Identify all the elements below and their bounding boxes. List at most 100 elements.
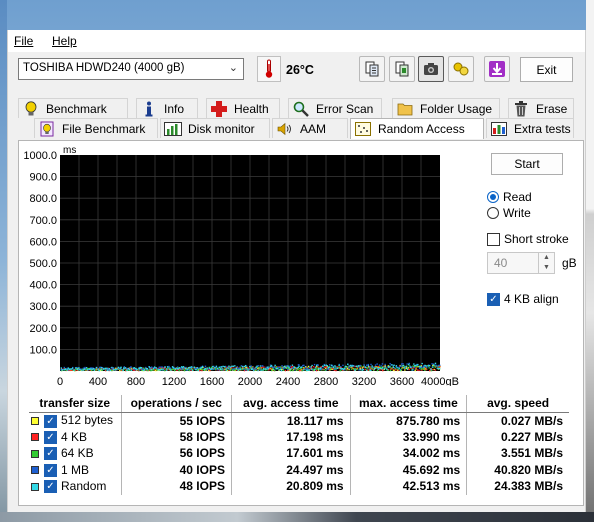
x-tick-label: 1600 [200, 376, 224, 386]
data-point [149, 366, 151, 369]
short-stroke-checkbox[interactable]: Short stroke [487, 232, 569, 246]
data-point [111, 366, 113, 369]
data-point [282, 366, 285, 368]
data-point [227, 367, 229, 369]
y-tick-label: 700.0 [29, 215, 57, 227]
short-stroke-spinner[interactable]: 40 ▲ ▼ [487, 252, 555, 274]
tab-aam[interactable]: AAM [272, 118, 348, 138]
data-point [367, 365, 370, 367]
data-point [358, 365, 360, 367]
data-point [335, 368, 337, 370]
data-point [108, 368, 111, 370]
data-point [130, 369, 133, 371]
drive-select[interactable]: TOSHIBA HDWD240 (4000 gB) ⌄ [18, 58, 244, 80]
data-point [303, 364, 305, 366]
data-point [294, 366, 296, 369]
tab-info[interactable]: Info [136, 98, 198, 118]
data-point [257, 365, 260, 367]
data-point [411, 369, 413, 371]
data-point [291, 366, 293, 368]
data-point [174, 367, 176, 370]
data-point [367, 363, 370, 366]
data-point [176, 369, 178, 371]
data-point [418, 367, 421, 369]
x-tick-label: 800 [127, 376, 145, 386]
tab-error-scan[interactable]: Error Scan [288, 98, 382, 118]
start-button[interactable]: Start [491, 153, 563, 175]
data-point [315, 367, 317, 370]
save-button[interactable] [484, 56, 510, 82]
data-point [249, 365, 251, 368]
x-tick-label: 0 [57, 376, 63, 386]
copy-html-button[interactable] [389, 56, 415, 82]
data-point [181, 368, 183, 371]
data-point [267, 368, 269, 370]
series-checkbox[interactable]: ✓ [44, 430, 57, 444]
thermometer-icon [257, 56, 281, 82]
data-point [230, 369, 232, 371]
data-point [172, 367, 175, 369]
data-point [164, 366, 166, 368]
chevron-down-icon: ⌄ [228, 62, 238, 74]
copy-text-button[interactable] [359, 56, 385, 82]
data-point [237, 369, 239, 371]
series-name: 4 KB [61, 429, 88, 444]
data-point [294, 369, 296, 371]
data-point [392, 366, 394, 369]
data-point [81, 369, 83, 372]
data-point [260, 369, 262, 372]
data-point [102, 368, 105, 370]
data-point [68, 368, 71, 371]
compare-button[interactable] [448, 56, 474, 82]
data-point [428, 364, 431, 367]
data-point [352, 365, 354, 367]
data-point [155, 367, 157, 369]
data-point [403, 367, 406, 369]
tab-random-access[interactable]: Random Access [350, 118, 484, 139]
menu-file[interactable]: File [14, 34, 33, 48]
data-point [331, 366, 333, 368]
menu-help[interactable]: Help [52, 34, 77, 48]
tab-disk-monitor[interactable]: Disk monitor [160, 118, 270, 138]
series-checkbox[interactable]: ✓ [44, 447, 57, 461]
data-point [295, 369, 298, 371]
data-point [244, 369, 247, 371]
data-point [101, 366, 103, 369]
data-point [107, 369, 109, 372]
data-point [193, 366, 196, 368]
read-radio[interactable]: Read [487, 190, 532, 204]
tab-file-benchmark[interactable]: File Benchmark [34, 118, 158, 138]
exit-button[interactable]: Exit [520, 57, 573, 82]
data-point [378, 364, 381, 366]
data-point [304, 368, 307, 370]
data-point [123, 367, 125, 369]
series-checkbox[interactable]: ✓ [44, 414, 57, 428]
data-point [91, 368, 93, 371]
series-swatch [31, 482, 39, 491]
series-checkbox[interactable]: ✓ [44, 463, 57, 477]
tab-erase[interactable]: Erase [508, 98, 574, 118]
data-point [424, 369, 426, 371]
data-point [222, 369, 224, 371]
data-point [348, 367, 350, 369]
data-point [251, 368, 254, 370]
data-point [211, 367, 213, 370]
spinner-arrows[interactable]: ▲ ▼ [538, 253, 554, 273]
data-point [198, 369, 201, 372]
tab-folder-usage[interactable]: Folder Usage [392, 98, 500, 118]
tab-health[interactable]: Health [206, 98, 280, 118]
data-point [297, 368, 299, 371]
screenshot-button[interactable] [418, 56, 444, 82]
tab-extra-tests[interactable]: Extra tests [486, 118, 574, 138]
series-checkbox[interactable]: ✓ [44, 480, 57, 494]
tab-benchmark[interactable]: Benchmark [18, 98, 128, 118]
max-access-cell: 34.002 ms [349, 445, 467, 462]
speaker-icon [276, 121, 294, 137]
align-checkbox[interactable]: ✓ 4 KB align [487, 292, 559, 306]
data-point [289, 365, 291, 367]
result-row: ✓ 4 KB 58 IOPS 17.198 ms 33.990 ms 0.227 MB/s [29, 428, 569, 445]
data-point [220, 368, 222, 371]
data-point [212, 365, 214, 368]
data-point [389, 369, 392, 372]
write-radio[interactable]: Write [487, 206, 531, 220]
